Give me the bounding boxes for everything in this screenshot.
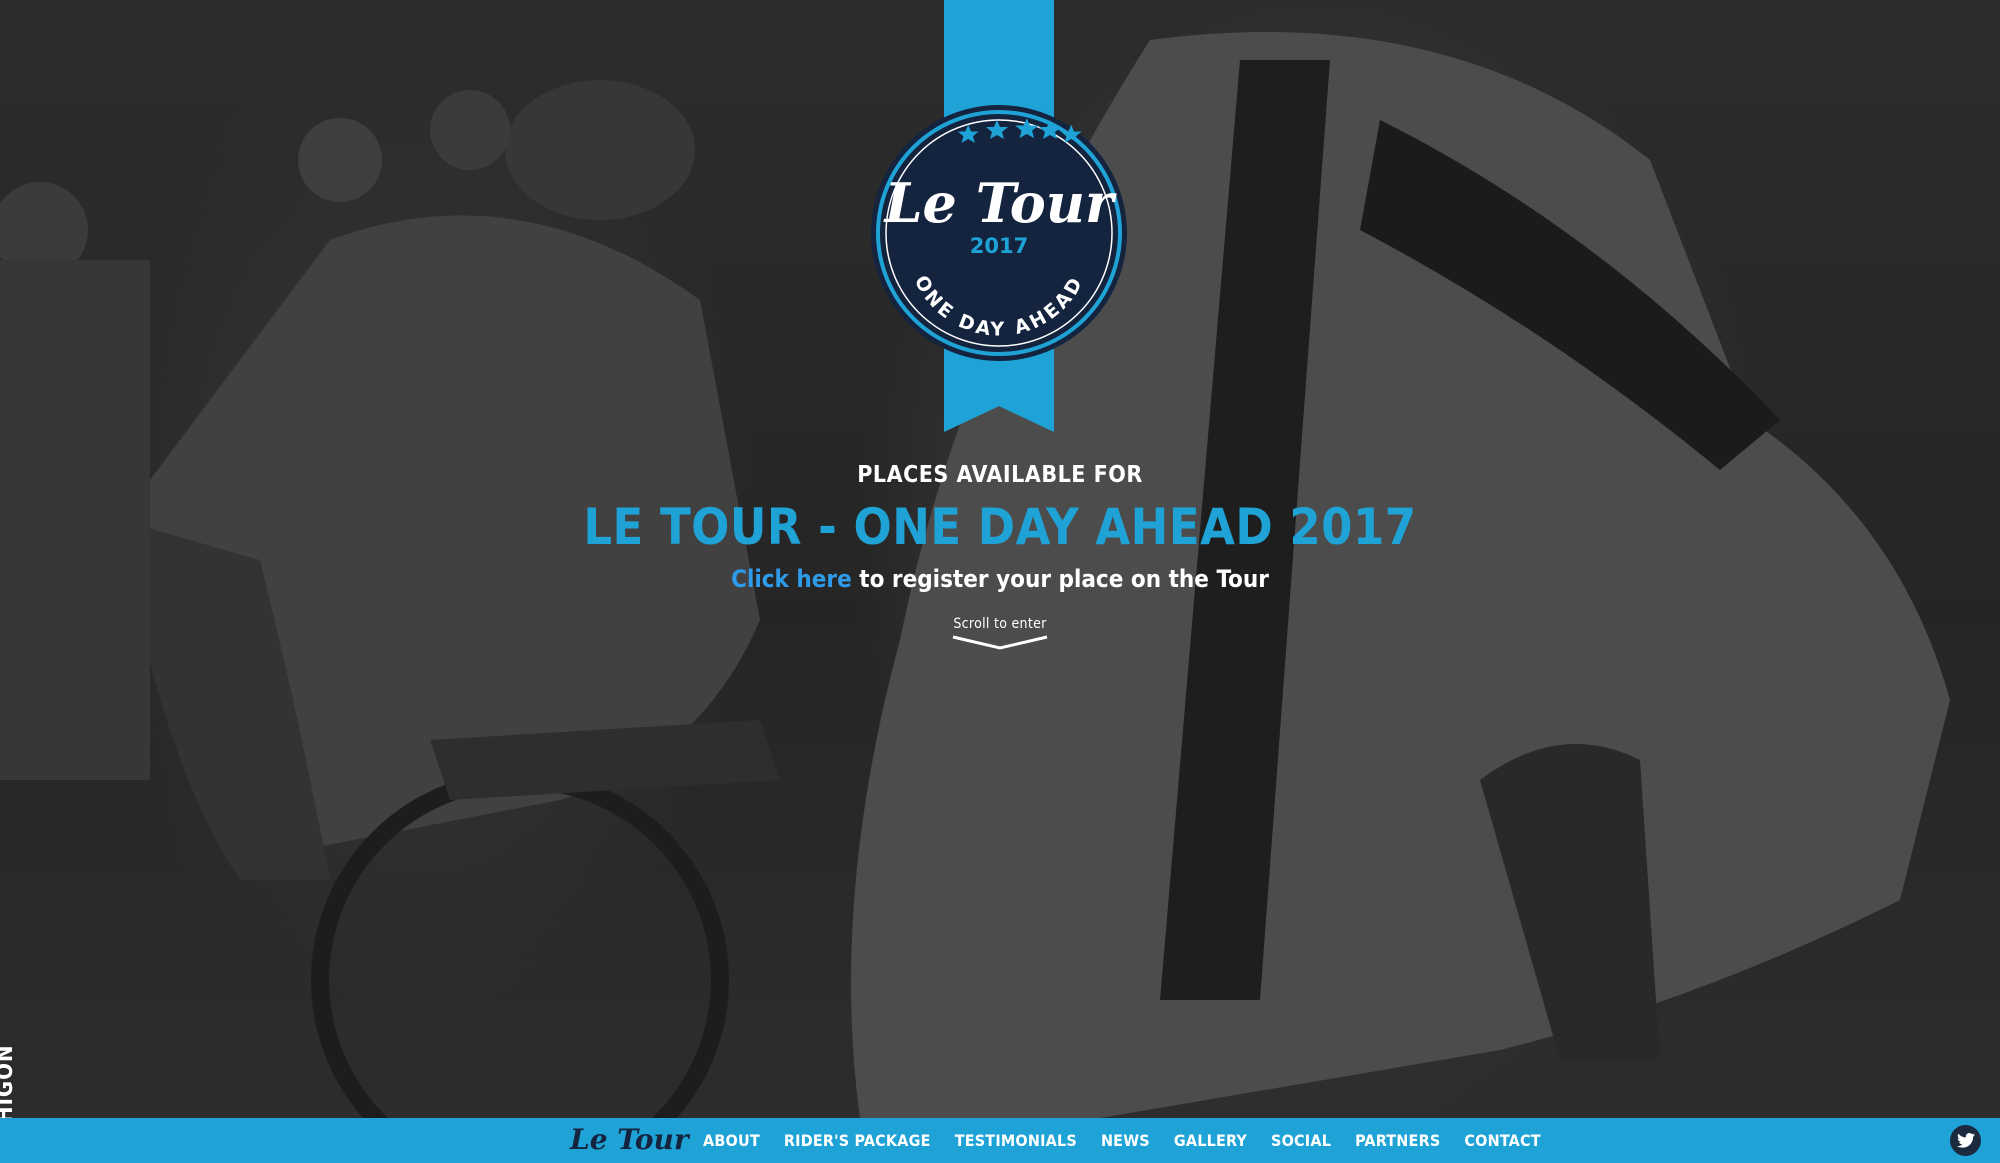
- nav-item-about[interactable]: ABOUT: [703, 1131, 760, 1150]
- nav-item-partners[interactable]: PARTNERS: [1355, 1131, 1440, 1150]
- cta-text: to register your place on the Tour: [851, 565, 1269, 593]
- side-tag: HIGON: [0, 1044, 18, 1123]
- chevron-down-icon[interactable]: [951, 634, 1049, 652]
- twitter-icon: [1956, 1133, 1975, 1148]
- logo-year: 2017: [970, 234, 1028, 258]
- nav-menu: ABOUT RIDER'S PACKAGE TESTIMONIALS NEWS …: [703, 1118, 1565, 1163]
- scroll-to-enter-label[interactable]: Scroll to enter: [0, 616, 2000, 632]
- nav-item-riders-package[interactable]: RIDER'S PACKAGE: [784, 1131, 931, 1150]
- nav-item-social[interactable]: SOCIAL: [1271, 1131, 1331, 1150]
- register-cta: Click here to register your place on the…: [0, 565, 2000, 593]
- page-title: LE TOUR - ONE DAY AHEAD 2017: [583, 498, 1417, 556]
- nav-item-gallery[interactable]: GALLERY: [1174, 1131, 1247, 1150]
- nav-item-contact[interactable]: CONTACT: [1464, 1131, 1540, 1150]
- places-available-kicker: PLACES AVAILABLE FOR: [857, 462, 1143, 488]
- twitter-button[interactable]: [1950, 1125, 1981, 1156]
- nav-item-news[interactable]: NEWS: [1101, 1131, 1150, 1150]
- click-here-link[interactable]: Click here: [731, 565, 852, 593]
- logo-script-text: Le Tour: [883, 171, 1117, 235]
- le-tour-logo[interactable]: Le Tour 2017 ONE DAY AHEAD: [868, 102, 1130, 364]
- nav-logo[interactable]: Le Tour: [570, 1123, 689, 1156]
- nav-item-testimonials[interactable]: TESTIMONIALS: [955, 1131, 1077, 1150]
- bottom-navigation: Le Tour ABOUT RIDER'S PACKAGE TESTIMONIA…: [0, 1118, 2000, 1163]
